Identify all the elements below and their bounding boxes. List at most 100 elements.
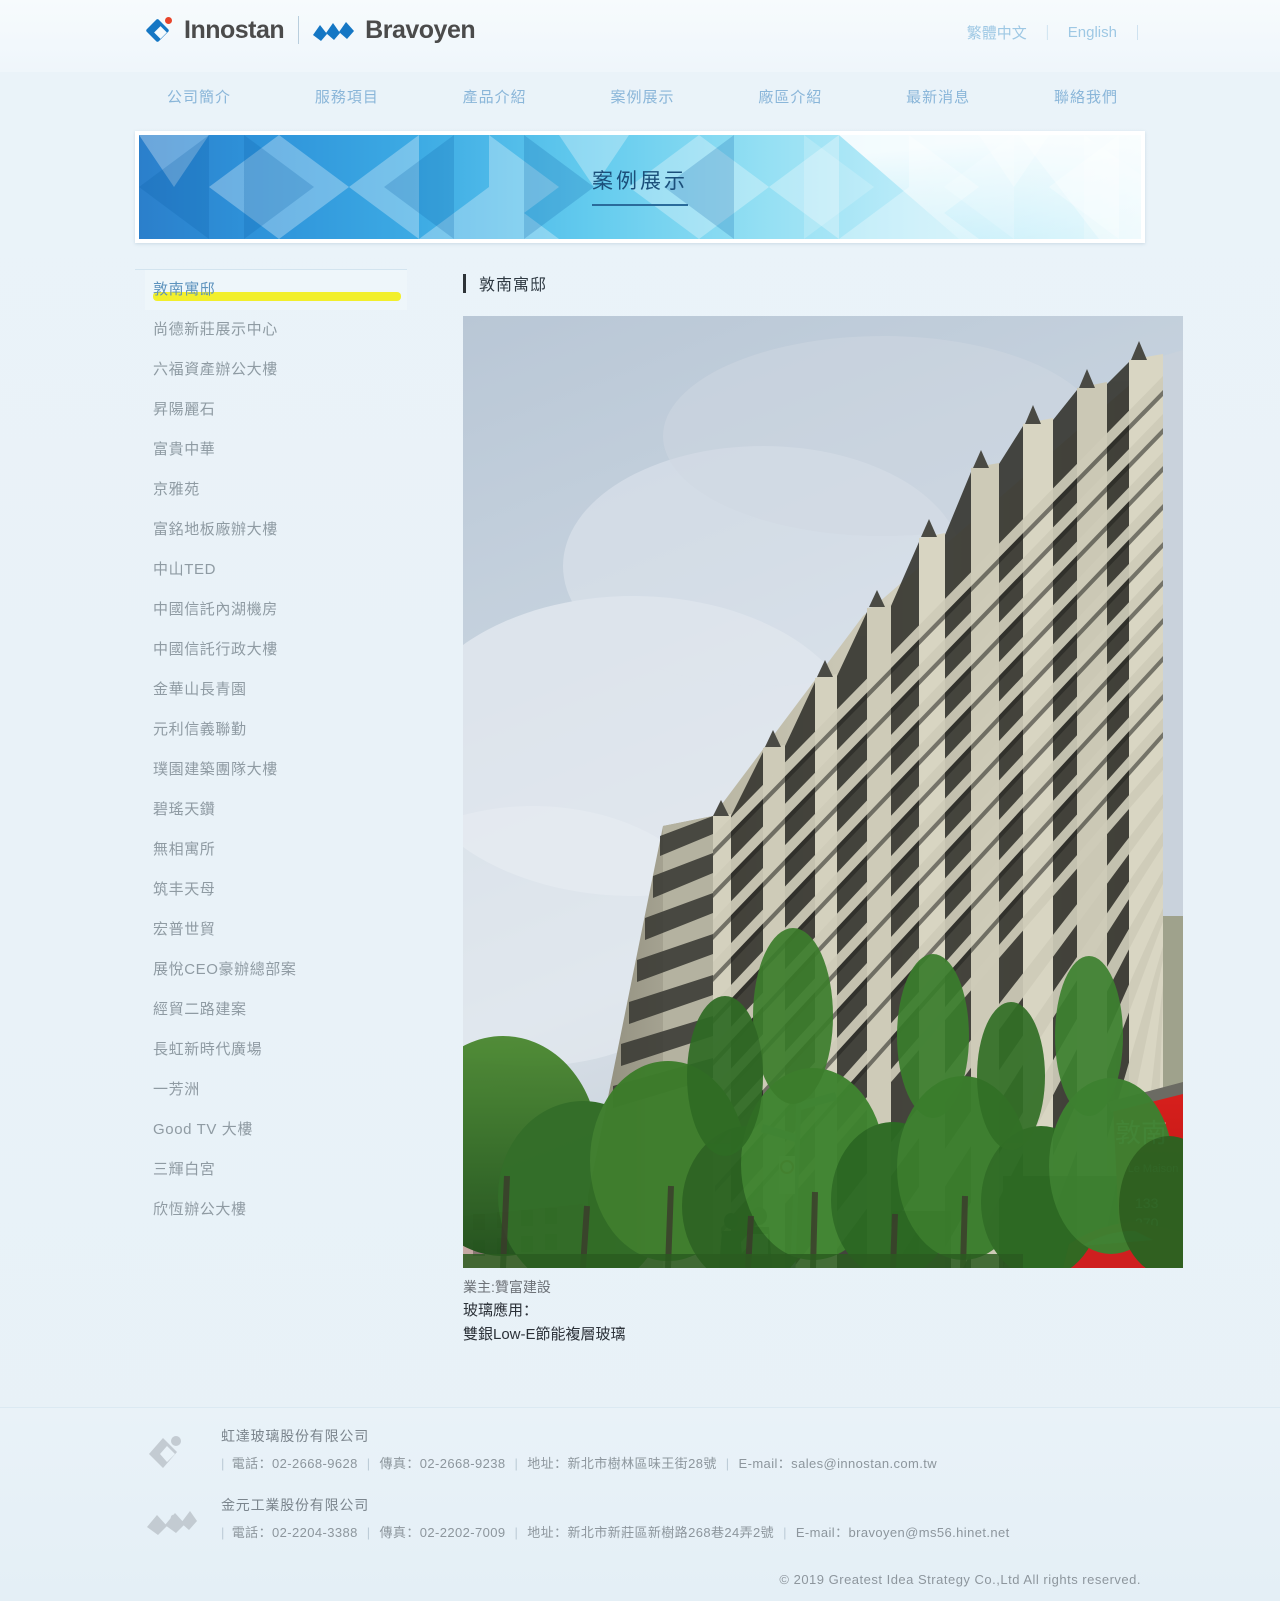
sidebar-item-label: 京雅苑 <box>153 481 200 498</box>
sidebar-item-label: 碧瑤天鑽 <box>153 801 216 818</box>
sidebar-item-9[interactable]: 中國信託行政大樓 <box>145 630 407 670</box>
footer-phone-label: 電話： <box>231 1525 272 1540</box>
sidebar-item-15[interactable]: 筑丰天母 <box>145 870 407 910</box>
footer-sep-1: | <box>366 1456 371 1471</box>
sidebar-item-label: 金華山長青園 <box>153 681 247 698</box>
case-photo: 敦南 Le Maison 133 270 <box>463 316 1183 1268</box>
footer-company-0: 虹達玻璃股份有限公司 | 電話：02-2668-9628 | 傳真：02-2668-92… <box>145 1426 1145 1477</box>
footer-sep-3: | <box>783 1525 787 1540</box>
footer-email-value[interactable]: sales@innostan.com.tw <box>791 1456 937 1471</box>
footer-email-label: E-mail： <box>738 1456 792 1471</box>
logo-group[interactable]: Innostan Bravoyen <box>145 16 476 44</box>
sidebar-item-7[interactable]: 中山TED <box>145 550 407 590</box>
language-switcher[interactable]: 繁體中文 ｜ English ｜ <box>954 22 1145 43</box>
sidebar-item-16[interactable]: 宏普世貿 <box>145 910 407 950</box>
sidebar-item-19[interactable]: 長虹新時代廣場 <box>145 1030 407 1070</box>
footer-fax-value: 02-2202-7009 <box>419 1525 506 1540</box>
sidebar-item-label: 長虹新時代廣場 <box>153 1041 263 1058</box>
sidebar-item-12[interactable]: 璞園建築團隊大樓 <box>145 750 407 790</box>
sidebar-item-1[interactable]: 尚德新莊展示中心 <box>145 310 407 350</box>
footer-address-value: 新北市樹林區味王街28號 <box>567 1456 717 1471</box>
sidebar-item-label: 中國信託行政大樓 <box>153 641 278 658</box>
sidebar-item-label: 富銘地板廠辦大樓 <box>153 521 278 538</box>
lang-link-en[interactable]: English <box>1055 24 1130 41</box>
page-banner: 案例展示 <box>135 131 1145 243</box>
caption-owner: 業主:贊富建設 <box>463 1279 551 1295</box>
footer-email-value[interactable]: bravoyen@ms56.hinet.net <box>849 1525 1010 1540</box>
footer-phone-value: 02-2668-9628 <box>271 1456 358 1471</box>
sidebar-item-label: 無相寓所 <box>153 841 216 858</box>
sidebar-item-13[interactable]: 碧瑤天鑽 <box>145 790 407 830</box>
sidebar-item-0[interactable]: 敦南寓邸 <box>145 270 407 310</box>
sidebar-item-21[interactable]: Good TV 大樓 <box>145 1110 407 1150</box>
sidebar-item-5[interactable]: 京雅苑 <box>145 470 407 510</box>
sidebar-item-8[interactable]: 中國信託內湖機房 <box>145 590 407 630</box>
main-nav[interactable]: 公司簡介 服務項目 產品介紹 案例展示 廠區介紹 最新消息 聯絡我們 <box>135 72 1145 120</box>
sidebar-item-17[interactable]: 展悅CEO豪辦總部案 <box>145 950 407 990</box>
footer-company-contact-row: | 電話：02-2668-9628 | 傳真：02-2668-9238 | 地址：新北市樹… <box>221 1453 937 1472</box>
main-content: 敦南寓邸尚德新莊展示中心 六福資產辦公大樓 昇陽麗石富貴中華京雅苑富銘地板廠辦大樓中… <box>135 243 1183 1347</box>
sidebar-item-label: 一芳洲 <box>153 1081 200 1098</box>
page-title-text: 敦南寓邸 <box>479 277 548 294</box>
caption-application-value: 雙銀Low-E節能複層玻璃 <box>463 1326 626 1343</box>
footer-company-1: 金元工業股份有限公司 | 電話：02-2204-3388 | 傳真：02-2202-70… <box>145 1495 1145 1546</box>
footer-sep-1: | <box>366 1525 371 1540</box>
nav-item-1[interactable]: 服務項目 <box>313 80 381 113</box>
sidebar-item-14[interactable]: 無相寓所 <box>145 830 407 870</box>
footer-fax-label: 傳真： <box>379 1456 420 1471</box>
sidebar-item-label: 宏普世貿 <box>153 921 216 938</box>
footer-phone-label: 電話： <box>231 1456 272 1471</box>
case-detail: 敦南寓邸 業主:贊富建設 玻璃應用： 雙銀Low-E節能複層玻璃 <box>407 269 1183 1347</box>
sidebar-item-20[interactable]: 一芳洲 <box>145 1070 407 1110</box>
footer-sep-2: | <box>514 1456 519 1471</box>
nav-item-5[interactable]: 最新消息 <box>904 80 972 113</box>
nav-item-6[interactable]: 聯絡我們 <box>1052 80 1120 113</box>
sidebar-item-23[interactable]: 欣恆辦公大樓 <box>145 1190 407 1230</box>
footer-company-contact-row: | 電話：02-2204-3388 | 傳真：02-2202-7009 | 地址：新北市新… <box>221 1522 1010 1541</box>
lang-link-zh[interactable]: 繁體中文 <box>954 22 1040 43</box>
sidebar-item-label: 璞園建築團隊大樓 <box>153 761 278 778</box>
site-header: Innostan Bravoyen 繁體中文 ｜ English ｜ <box>0 0 1280 72</box>
nav-item-3[interactable]: 案例展示 <box>608 80 676 113</box>
sidebar-item-18[interactable]: 經貿二路建案 <box>145 990 407 1030</box>
sidebar-item-label: 六福資產辦公大樓 <box>153 361 278 378</box>
sidebar-item-label: 富貴中華 <box>153 441 216 458</box>
footer-sep-3: | <box>725 1456 730 1471</box>
sidebar-item-3[interactable]: 昇陽麗石 <box>145 390 407 430</box>
sidebar-item-22[interactable]: 三輝白宮 <box>145 1150 407 1190</box>
footer-company-name: 金元工業股份有限公司 <box>221 1497 369 1513</box>
logo-divider <box>298 16 300 44</box>
nav-item-2[interactable]: 產品介紹 <box>461 80 529 113</box>
sidebar-item-6[interactable]: 富銘地板廠辦大樓 <box>145 510 407 550</box>
banner-title: 案例展示 <box>139 165 1141 206</box>
footer-company-name: 虹達玻璃股份有限公司 <box>221 1428 369 1444</box>
footer-company-logo <box>145 1495 199 1546</box>
innostan-logo[interactable]: Innostan <box>145 16 285 44</box>
nav-item-0[interactable]: 公司簡介 <box>165 80 233 113</box>
sidebar-item-label: 展悅CEO豪辦總部案 <box>153 961 297 978</box>
sidebar-item-label: 昇陽麗石 <box>153 401 216 418</box>
bravoyen-logo[interactable]: Bravoyen <box>313 16 476 44</box>
lang-bar-mid: ｜ <box>1039 25 1055 42</box>
sidebar-item-11[interactable]: 元利信義聯勤 <box>145 710 407 750</box>
nav-item-4[interactable]: 廠區介紹 <box>756 80 824 113</box>
sidebar-item-label: 中山TED <box>153 561 217 578</box>
sidebar-item-label: 尚德新莊展示中心 <box>153 321 278 338</box>
case-list-sidebar[interactable]: 敦南寓邸尚德新莊展示中心 六福資產辦公大樓 昇陽麗石富貴中華京雅苑富銘地板廠辦大樓中… <box>135 269 407 1230</box>
footer-address-value: 新北市新莊區新樹路268巷24弄2號 <box>567 1525 775 1540</box>
sidebar-item-10[interactable]: 金華山長青園 <box>145 670 407 710</box>
caption-application-label: 玻璃應用： <box>463 1302 539 1319</box>
innostan-footer-icon <box>149 1436 181 1468</box>
footer-fax-label: 傳真： <box>379 1525 420 1540</box>
sidebar-item-label: Good TV 大樓 <box>153 1121 253 1138</box>
footer-address-label: 地址： <box>527 1525 568 1540</box>
sidebar-item-label: 筑丰天母 <box>153 881 216 898</box>
footer-address-label: 地址： <box>527 1456 568 1471</box>
sidebar-item-4[interactable]: 富貴中華 <box>145 430 407 470</box>
sidebar-item-2[interactable]: 六福資產辦公大樓 <box>145 350 407 390</box>
sidebar-item-label: 三輝白宮 <box>153 1161 216 1178</box>
case-photo-illustration: 敦南 Le Maison 133 270 <box>463 316 1183 1268</box>
footer-row-lead: | <box>221 1456 225 1471</box>
sidebar-item-label: 敦南寓邸 <box>153 281 216 298</box>
sidebar-item-label: 中國信託內湖機房 <box>153 601 278 618</box>
